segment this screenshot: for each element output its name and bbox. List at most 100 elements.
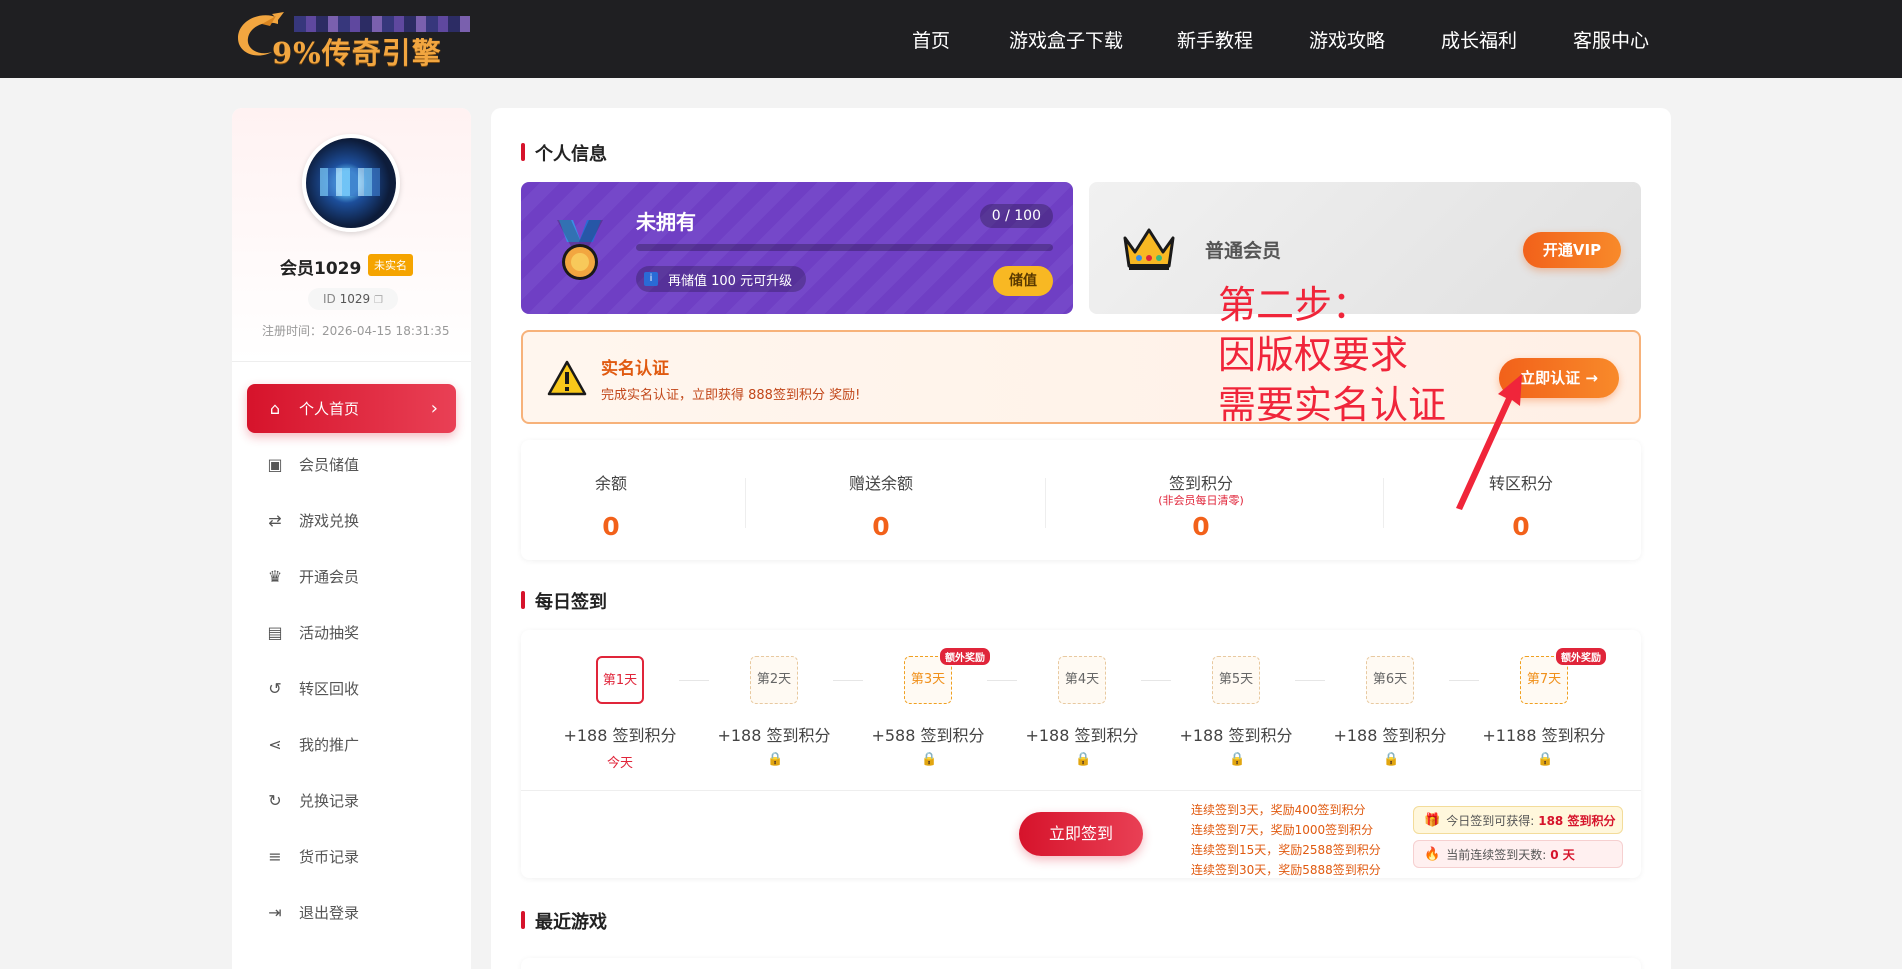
crown-icon: ♛	[267, 567, 283, 586]
streak-value: 0 天	[1550, 847, 1575, 862]
lock-icon: 🔒	[921, 752, 938, 767]
username: 会员1029	[280, 259, 362, 279]
day-connector	[987, 680, 1017, 681]
nav-support[interactable]: 客服中心	[1573, 26, 1649, 53]
today-reward-label: 今日签到可获得:	[1446, 813, 1535, 828]
signin-day-6: 第6天 +188 签到积分 🔒	[1325, 656, 1455, 770]
recharge-button[interactable]: 储值	[993, 266, 1053, 296]
sidebar-item-label: 货币记录	[299, 848, 360, 866]
sidebar-item-promotion[interactable]: ⋖ 我的推广	[247, 720, 456, 769]
profile-header: 会员1029 未实名 ID 1029 ❐ 注册时间：2026-04-15 18:…	[232, 108, 471, 362]
sidebar-item-exchange[interactable]: ⇄ 游戏兑换	[247, 496, 456, 545]
nav-tutorial[interactable]: 新手教程	[1177, 26, 1253, 53]
sign-in-button[interactable]: 立即签到	[1019, 812, 1143, 856]
day-points: +188 签到积分	[563, 726, 677, 745]
coins-icon: ≡	[268, 847, 282, 866]
section-title-recent: 最近游戏	[521, 908, 607, 934]
rule-item: 连续签到3天，奖励400签到积分	[1191, 803, 1366, 817]
day-box[interactable]: 第1天	[596, 656, 644, 704]
day-points: +188 签到积分	[1333, 726, 1447, 745]
nav-benefits[interactable]: 成长福利	[1441, 26, 1517, 53]
lock-icon: 🔒	[767, 752, 784, 767]
unverified-badge: 未实名	[368, 254, 413, 276]
today-reward-stat: 🎁 今日签到可获得: 188 签到积分	[1413, 806, 1623, 834]
site-logo[interactable]: 9%传奇引擎	[232, 6, 470, 70]
nav-box-download[interactable]: 游戏盒子下载	[1009, 26, 1123, 53]
divider	[1045, 478, 1046, 528]
user-id[interactable]: ID 1029 ❐	[308, 288, 398, 310]
fire-icon: 🔥	[1424, 846, 1441, 862]
day-points: +188 签到积分	[1179, 726, 1293, 745]
balance-label: 赠送余额	[848, 474, 913, 493]
sidebar: 会员1029 未实名 ID 1029 ❐ 注册时间：2026-04-15 18:…	[232, 108, 471, 969]
day-box: 第6天	[1366, 656, 1414, 704]
sidebar-item-label: 个人首页	[299, 400, 360, 418]
sidebar-item-logout[interactable]: ⇥ 退出登录	[247, 888, 456, 937]
level-card: 未拥有 0 / 100 i 再储值 100 元可升级 储值	[521, 182, 1073, 314]
copy-icon[interactable]: ❐	[374, 295, 383, 306]
sidebar-item-home[interactable]: ⌂ 个人首页 ›	[247, 384, 456, 433]
signin-day-3: 第3天 额外奖励 +588 签到积分 🔒	[863, 648, 993, 770]
day-connector	[679, 680, 709, 681]
balance-label: 签到积分	[1168, 474, 1233, 493]
lock-icon: 🔒	[1229, 752, 1246, 767]
day-connector	[833, 680, 863, 681]
gift-icon: 🎁	[1424, 812, 1441, 828]
share-icon: ⋖	[268, 735, 282, 754]
open-vip-button[interactable]: 开通VIP	[1523, 232, 1621, 268]
main-panel: 个人信息 未拥有 0 / 100 i 再储值 100 元可升级 储值 普通会员 …	[491, 108, 1671, 969]
info-icon: i	[644, 272, 658, 286]
signin-day-5: 第5天 +188 签到积分 🔒	[1171, 656, 1301, 770]
section-title-profile: 个人信息	[521, 140, 607, 166]
sidebar-item-label: 退出登录	[299, 904, 360, 922]
divider	[521, 790, 1641, 791]
day-connector	[1295, 680, 1325, 681]
balance-sublabel: (非会员每日清零)	[1158, 494, 1244, 507]
lock-icon: 🔒	[1075, 752, 1092, 767]
day-box: 第4天	[1058, 656, 1106, 704]
user-id-label: ID	[323, 292, 336, 306]
divider	[745, 478, 746, 528]
rule-item: 连续签到7天，奖励1000签到积分	[1191, 823, 1374, 837]
divider	[1383, 478, 1384, 528]
home-icon: ⌂	[269, 399, 281, 418]
signin-day-1: 第1天 +188 签到积分 今天	[555, 656, 685, 771]
gift-icon: ▤	[267, 623, 283, 642]
logo-text: 9%传奇引擎	[272, 36, 442, 70]
day-box: 第2天	[750, 656, 798, 704]
rule-item: 连续签到15天，奖励2588签到积分	[1191, 843, 1381, 857]
member-level-title: 普通会员	[1205, 240, 1282, 262]
level-progress-bar	[636, 244, 1053, 251]
annotation-text: 第二步： 因版权要求 需要实名认证	[1218, 283, 1447, 427]
nav-guides[interactable]: 游戏攻略	[1309, 26, 1385, 53]
upgrade-tip-text: 再储值 100 元可升级	[668, 273, 793, 289]
sidebar-item-label: 转区回收	[299, 680, 360, 698]
streak-rules: 连续签到3天，奖励400签到积分 连续签到7天，奖励1000签到积分 连续签到1…	[1191, 800, 1381, 880]
recent-games-card	[521, 958, 1641, 969]
extra-reward-tag: 额外奖励	[940, 648, 990, 665]
day-points: +588 签到积分	[871, 726, 985, 745]
sidebar-item-vip[interactable]: ♛ 开通会员	[247, 552, 456, 601]
level-title: 未拥有	[636, 210, 696, 234]
balance-label: 余额	[594, 474, 627, 493]
annotation-arrow-icon	[1456, 374, 1522, 510]
balance-value: 0	[1192, 512, 1210, 541]
nav-home[interactable]: 首页	[912, 26, 950, 53]
warning-icon	[547, 360, 587, 396]
signin-day-2: 第2天 +188 签到积分 🔒	[709, 656, 839, 770]
day-connector	[1141, 680, 1171, 681]
sidebar-item-recycle[interactable]: ↺ 转区回收	[247, 664, 456, 713]
extra-reward-tag: 额外奖励	[1556, 648, 1606, 665]
avatar[interactable]	[302, 134, 400, 232]
balance-item: 余额 0	[521, 440, 701, 560]
crown-icon	[1123, 228, 1175, 270]
signin-day-7: 第7天 额外奖励 +1188 签到积分 🔒	[1479, 648, 1609, 770]
money-icon: ▣	[267, 455, 283, 474]
lock-icon: 🔒	[1537, 752, 1554, 767]
sidebar-item-currency-log[interactable]: ≡ 货币记录	[247, 832, 456, 881]
upgrade-tip: i 再储值 100 元可升级	[636, 266, 807, 292]
sidebar-item-lottery[interactable]: ▤ 活动抽奖	[247, 608, 456, 657]
sidebar-item-exchange-log[interactable]: ↻ 兑换记录	[247, 776, 456, 825]
sidebar-item-label: 我的推广	[299, 736, 360, 754]
sidebar-item-recharge[interactable]: ▣ 会员储值	[247, 440, 456, 489]
